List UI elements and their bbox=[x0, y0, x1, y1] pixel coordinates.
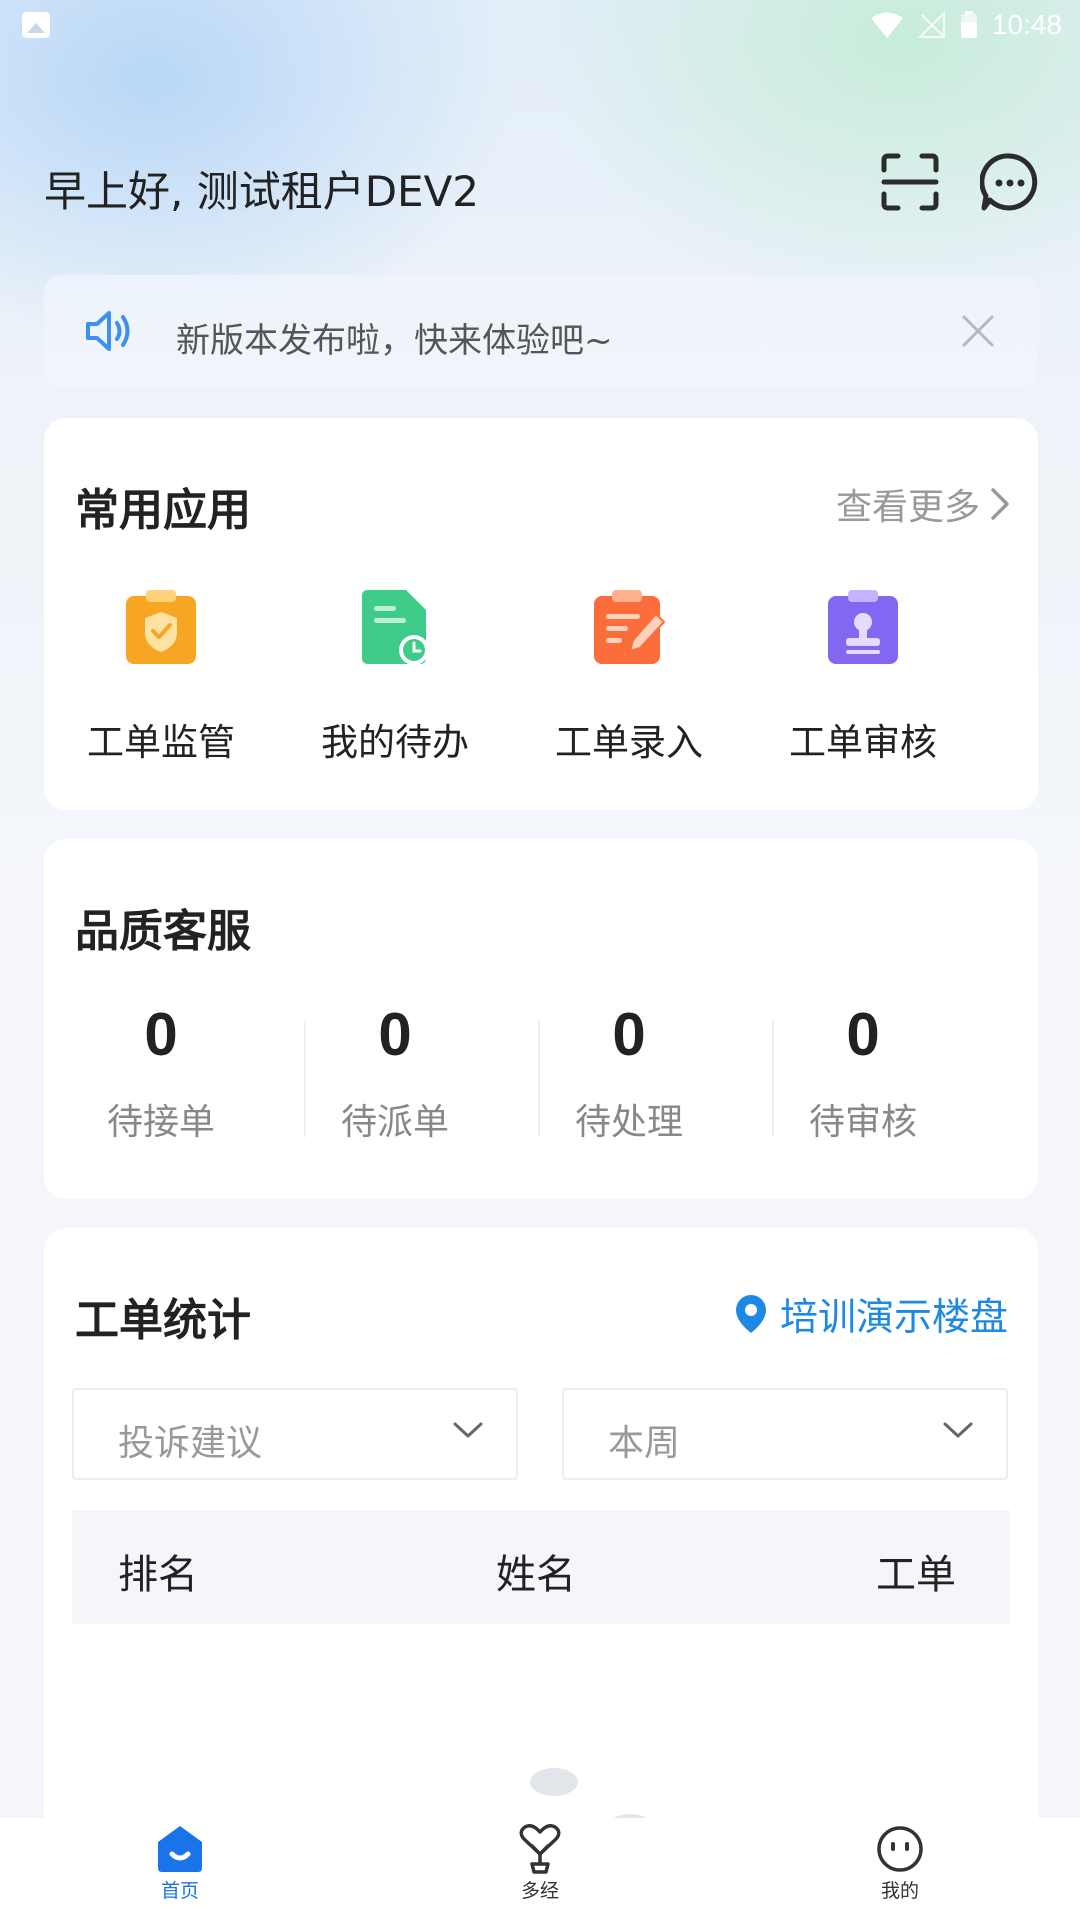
tab-multi-business[interactable]: 多经 bbox=[460, 1824, 620, 1903]
common-apps-card: 常用应用 查看更多 工单监管 我的待办 工单录入 工单审核 bbox=[44, 418, 1038, 810]
clipboard-stamp-icon bbox=[828, 590, 898, 664]
quality-service-title: 品质客服 bbox=[75, 906, 251, 957]
stat-value: 0 bbox=[378, 1001, 412, 1068]
location-pin-icon bbox=[735, 1294, 766, 1333]
divider bbox=[538, 1021, 540, 1137]
no-signal-icon bbox=[917, 11, 946, 39]
divider bbox=[304, 1021, 306, 1137]
bottom-tab-bar: 首页 多经 我的 bbox=[0, 1818, 1080, 1920]
wifi-icon bbox=[870, 11, 904, 39]
clipboard-edit-icon bbox=[594, 590, 666, 664]
period-dropdown-value: 本周 bbox=[608, 1423, 681, 1464]
location-selector[interactable]: 培训演示楼盘 bbox=[734, 1286, 1008, 1341]
quality-service-card: 品质客服 0 待接单 0 待派单 0 待处理 0 待审核 bbox=[44, 839, 1038, 1199]
column-header-name: 姓名 bbox=[496, 1552, 576, 1598]
app-workorder-supervision[interactable]: 工单监管 bbox=[44, 588, 278, 766]
tab-mine[interactable]: 我的 bbox=[820, 1824, 980, 1903]
smiley-face-icon bbox=[877, 1826, 923, 1872]
announcement-bar[interactable]: 新版本发布啦，快来体验吧~ bbox=[44, 275, 1038, 389]
announcement-text: 新版本发布啦，快来体验吧~ bbox=[176, 321, 613, 361]
common-apps-title: 常用应用 bbox=[75, 485, 251, 536]
stat-value: 0 bbox=[846, 1001, 880, 1068]
clock-time: 10:48 bbox=[991, 9, 1062, 40]
speaker-icon bbox=[84, 307, 136, 359]
stat-pending-review[interactable]: 0 待审核 bbox=[746, 999, 980, 1145]
see-more-link[interactable]: 查看更多 bbox=[836, 478, 1010, 530]
stat-value: 0 bbox=[612, 1001, 646, 1068]
see-more-label: 查看更多 bbox=[835, 487, 980, 528]
stat-label: 待接单 bbox=[106, 1102, 215, 1143]
greeting-title: 早上好, 测试租户DEV2 bbox=[44, 167, 480, 216]
workorder-stats-title: 工单统计 bbox=[75, 1295, 251, 1346]
home-icon bbox=[158, 1826, 202, 1872]
stat-label: 待审核 bbox=[808, 1102, 917, 1143]
chevron-right-icon bbox=[991, 488, 1009, 520]
scan-button[interactable] bbox=[878, 150, 942, 214]
stat-pending-process[interactable]: 0 待处理 bbox=[512, 999, 746, 1145]
stat-label: 待处理 bbox=[574, 1102, 683, 1143]
heart-hand-icon bbox=[519, 1824, 561, 1874]
tab-label: 我的 bbox=[880, 1880, 919, 1902]
workorder-stats-card: 工单统计 培训演示楼盘 投诉建议 本周 排名 姓名 工单 bbox=[44, 1228, 1038, 1920]
column-header-rank: 排名 bbox=[118, 1552, 198, 1598]
scan-icon bbox=[881, 153, 939, 211]
battery-icon bbox=[960, 11, 978, 39]
ranking-table-header: 排名 姓名 工单 bbox=[72, 1510, 1010, 1624]
app-my-todo[interactable]: 我的待办 bbox=[278, 588, 512, 766]
app-workorder-entry[interactable]: 工单录入 bbox=[512, 588, 746, 766]
chat-bubble-icon bbox=[980, 153, 1038, 211]
close-icon[interactable] bbox=[958, 311, 998, 351]
chevron-down-icon bbox=[453, 1422, 483, 1438]
message-button[interactable] bbox=[978, 150, 1042, 214]
app-label: 工单监管 bbox=[87, 721, 235, 764]
app-label: 工单审核 bbox=[789, 721, 937, 764]
tab-home[interactable]: 首页 bbox=[100, 1824, 260, 1903]
chevron-down-icon bbox=[943, 1422, 973, 1438]
status-bar: 10:48 bbox=[0, 0, 1080, 50]
gallery-notification-icon bbox=[22, 12, 50, 38]
tab-label: 多经 bbox=[520, 1880, 559, 1902]
tab-label: 首页 bbox=[160, 1880, 199, 1902]
stat-label: 待派单 bbox=[340, 1102, 449, 1143]
stat-value: 0 bbox=[144, 1001, 178, 1068]
shield-clipboard-icon bbox=[126, 590, 196, 664]
column-header-workorders: 工单 bbox=[876, 1552, 956, 1598]
stat-pending-accept[interactable]: 0 待接单 bbox=[44, 999, 278, 1145]
app-workorder-review[interactable]: 工单审核 bbox=[746, 588, 980, 766]
location-label: 培训演示楼盘 bbox=[779, 1295, 1008, 1339]
divider bbox=[772, 1021, 774, 1137]
app-label: 工单录入 bbox=[555, 721, 703, 764]
period-dropdown[interactable]: 本周 bbox=[562, 1388, 1008, 1480]
app-label: 我的待办 bbox=[321, 721, 469, 764]
document-clock-icon bbox=[362, 590, 429, 665]
type-dropdown[interactable]: 投诉建议 bbox=[72, 1388, 518, 1480]
stat-pending-dispatch[interactable]: 0 待派单 bbox=[278, 999, 512, 1145]
type-dropdown-value: 投诉建议 bbox=[118, 1423, 263, 1464]
